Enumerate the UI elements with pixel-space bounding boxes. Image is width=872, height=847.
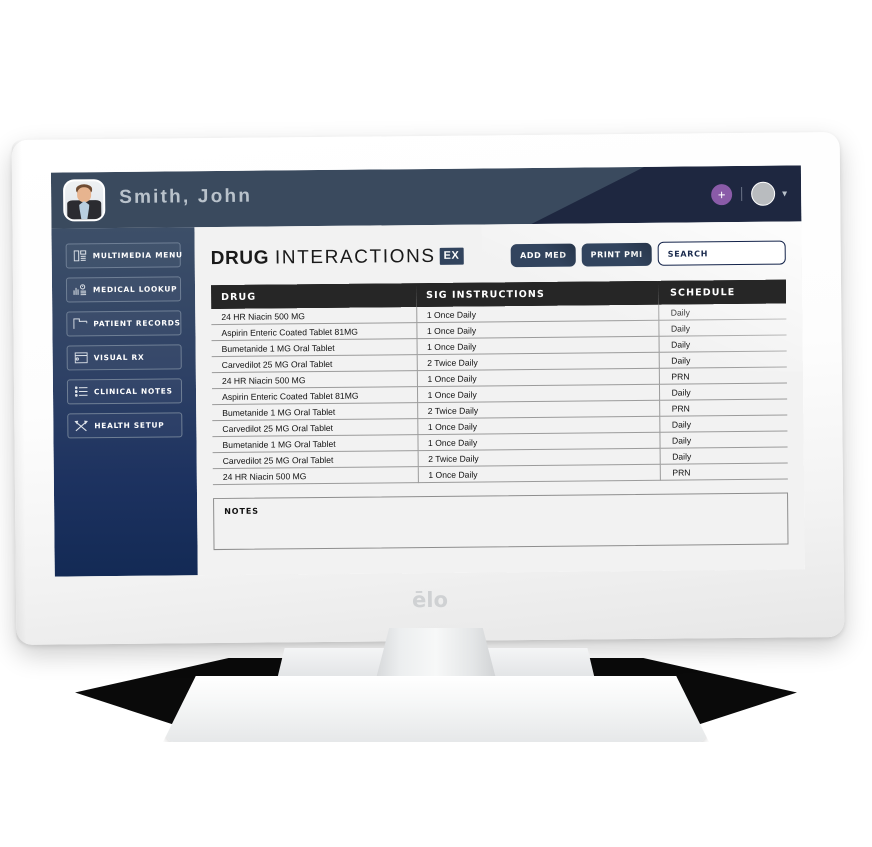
patient-avatar: [62, 179, 106, 222]
page-title: DRUG INTERACTIONS EX: [211, 246, 464, 270]
sidebar-item-clinical-notes[interactable]: CLINICAL NOTES: [66, 378, 183, 405]
notes-label: NOTES: [224, 506, 259, 516]
sidebar-item-patient-records[interactable]: PATIENT RECORDS: [66, 310, 182, 337]
sidebar-item-label: HEALTH SETUP: [94, 420, 165, 431]
column-header-drug[interactable]: DRUG: [210, 283, 417, 310]
screenshot-root: Smith, John + ▾ MULTIMEDIA MENU MEDICAL …: [0, 0, 872, 847]
sidebar-nav: MULTIMEDIA MENU MEDICAL LOOKUP PATIENT R…: [51, 227, 198, 577]
cell-sig: 1 Once Daily: [417, 464, 660, 483]
cell-schedule: Daily: [658, 335, 787, 353]
cell-schedule: Daily: [659, 415, 788, 433]
page-header: DRUG INTERACTIONS EX ADD MED PRINT PMI SE…: [211, 238, 786, 276]
cell-drug: Bumetanide 1 MG Oral Tablet: [212, 434, 418, 453]
monitor-screen: Smith, John + ▾ MULTIMEDIA MENU MEDICAL …: [50, 165, 805, 577]
cell-drug: Bumetanide 1 MG Oral Tablet: [212, 402, 418, 421]
sidebar-item-visual-rx[interactable]: VISUAL RX: [66, 344, 182, 371]
sidebar-item-label: MULTIMEDIA MENU: [92, 250, 183, 261]
sidebar-item-label: PATIENT RECORDS: [93, 318, 181, 329]
cell-schedule: PRN: [659, 463, 788, 481]
cell-drug: 24 HR Niacin 500 MG: [212, 466, 418, 485]
cell-drug: Carvedilot 25 MG Oral Tablet: [212, 418, 418, 437]
chart-clock-icon: [67, 284, 93, 296]
cell-drug: Bumetanide 1 MG Oral Tablet: [211, 338, 417, 357]
stand-base: [163, 676, 709, 742]
cell-drug: 24 HR Niacin 500 MG: [211, 370, 417, 389]
cell-schedule: Daily: [658, 383, 788, 401]
patient-name: Smith, John: [119, 185, 253, 208]
sidebar-item-health-setup[interactable]: HEALTH SETUP: [67, 412, 183, 439]
cell-drug: Aspirin Enteric Coated Tablet 81MG: [211, 386, 418, 405]
cell-schedule: Daily: [658, 303, 787, 321]
chevron-down-icon[interactable]: ▾: [782, 188, 787, 199]
search-input[interactable]: SEARCH: [657, 240, 786, 266]
sidebar-item-multimedia-menu[interactable]: MULTIMEDIA MENU: [65, 242, 183, 269]
plus-icon[interactable]: +: [711, 183, 733, 205]
cell-drug: Carvedilot 25 MG Oral Tablet: [212, 450, 418, 469]
toolbar-actions: ADD MED PRINT PMI SEARCH: [510, 240, 786, 268]
multimedia-icon: [67, 250, 93, 262]
page-title-light: INTERACTIONS: [274, 245, 436, 269]
window-icon: [68, 352, 94, 364]
sidebar-item-label: MEDICAL LOOKUP: [92, 284, 178, 295]
cell-schedule: PRN: [658, 367, 787, 385]
topbar-divider: [741, 186, 743, 201]
folder-icon: [67, 318, 93, 329]
table-body: 24 HR Niacin 500 MG 1 Once Daily Daily Aspi…: [211, 303, 788, 485]
print-pmi-button[interactable]: PRINT PMI: [581, 242, 652, 267]
column-header-schedule[interactable]: SCHEDULE: [657, 279, 787, 305]
list-icon: [68, 386, 94, 397]
cell-drug: Carvedilot 25 MG Oral Tablet: [211, 354, 417, 373]
sidebar-item-label: CLINICAL NOTES: [93, 386, 173, 397]
cell-drug: Aspirin Enteric Coated Tablet 81MG: [211, 322, 417, 341]
column-header-sig[interactable]: SIG INSTRUCTIONS: [415, 280, 659, 308]
notes-panel[interactable]: NOTES: [213, 492, 789, 551]
column-header-schedule-label: SCHEDULE: [670, 286, 736, 299]
title-badge: EX: [439, 247, 464, 265]
cell-schedule: Daily: [658, 351, 787, 369]
topbar-actions: + ▾: [711, 166, 788, 223]
sidebar-item-medical-lookup[interactable]: MEDICAL LOOKUP: [65, 276, 182, 303]
page-title-bold: DRUG: [210, 247, 270, 270]
search-placeholder: SEARCH: [667, 248, 709, 259]
add-med-button[interactable]: ADD MED: [510, 243, 576, 267]
patient-photo: [64, 181, 104, 220]
main-content: DRUG INTERACTIONS EX ADD MED PRINT PMI SE…: [194, 221, 805, 576]
sidebar-item-label: VISUAL RX: [93, 352, 145, 363]
user-avatar[interactable]: [751, 181, 776, 206]
elo-monitor: Smith, John + ▾ MULTIMEDIA MENU MEDICAL …: [11, 132, 845, 645]
medications-table: DRUG SIG INSTRUCTIONS SCHEDULE 24 HR Nia…: [210, 279, 788, 486]
cell-schedule: Daily: [659, 431, 788, 449]
tools-icon: [68, 420, 94, 432]
cell-schedule: Daily: [659, 447, 788, 465]
app-topbar: Smith, John + ▾: [50, 165, 802, 229]
cell-schedule: PRN: [659, 399, 788, 417]
cell-schedule: Daily: [658, 319, 787, 337]
